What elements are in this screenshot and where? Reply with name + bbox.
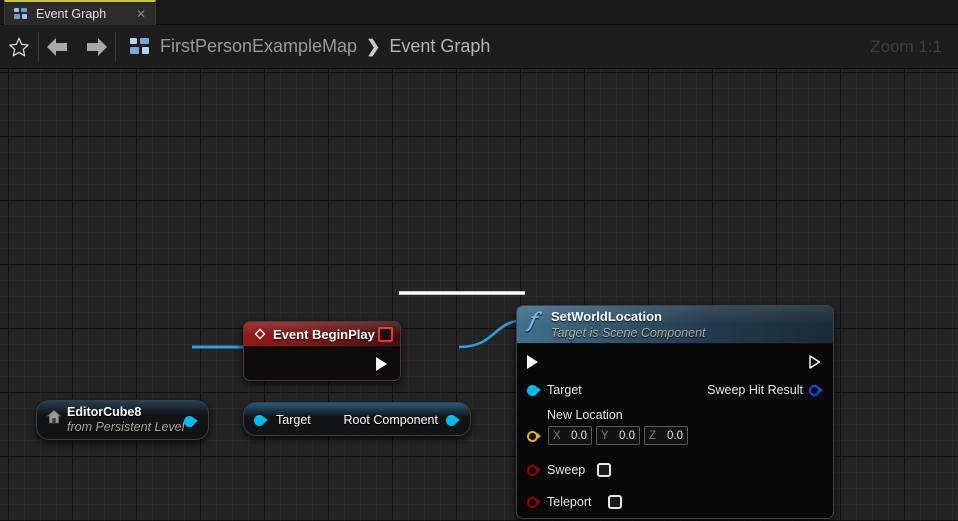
arrow-right-icon — [87, 37, 107, 56]
pin-label-sweep-hit-result: Sweep Hit Result — [707, 383, 803, 397]
new-location-z-input[interactable]: Z 0.0 — [644, 426, 688, 445]
vector-input-pin[interactable] — [526, 428, 542, 444]
node-title: SetWorldLocation — [551, 309, 662, 324]
pin-label-root-component: Root Component — [343, 413, 438, 427]
teleport-checkbox[interactable] — [608, 495, 622, 509]
node-event-begin-play[interactable]: Event BeginPlay — [243, 321, 401, 381]
pin-label-teleport: Teleport — [547, 495, 592, 509]
node-subtitle: from Persistent Level — [67, 420, 185, 434]
exec-arrow-icon — [809, 355, 821, 369]
node-title: Event BeginPlay — [273, 327, 375, 342]
node-subtitle: Target is Scene Component — [551, 326, 706, 340]
pin-label-sweep: Sweep — [547, 463, 586, 477]
exec-input-pin[interactable] — [526, 354, 542, 370]
zoom-level-label: Zoom 1:1 — [870, 36, 942, 56]
struct-output-pin[interactable] — [808, 382, 824, 398]
favorite-button[interactable] — [0, 25, 38, 69]
node-body — [244, 347, 400, 380]
new-location-vector-inputs: X 0.0 Y 0.0 Z 0.0 — [548, 426, 688, 445]
exec-output-pin[interactable] — [375, 356, 391, 372]
object-output-pin[interactable] — [183, 413, 199, 429]
forward-button[interactable] — [77, 25, 115, 69]
node-set-world-location[interactable]: 𝑓 SetWorldLocation Target is Scene Compo… — [516, 305, 834, 519]
axis-label-x: X — [553, 429, 561, 442]
breadcrumb-item-event-graph[interactable]: Event Graph — [389, 36, 490, 57]
breadcrumb-toolbar: FirstPersonExampleMap ❯ Event Graph Zoom… — [0, 25, 958, 69]
pin-row-sweep: Sweep — [517, 459, 833, 481]
node-body: Target Sweep Hit Result New Location X 0… — [517, 344, 833, 518]
close-icon[interactable]: ✕ — [133, 6, 149, 22]
function-f-icon: 𝑓 — [528, 308, 536, 332]
node-header: 𝑓 SetWorldLocation Target is Scene Compo… — [517, 306, 833, 344]
object-input-pin[interactable] — [526, 382, 542, 398]
delegate-output-pin[interactable] — [378, 327, 393, 342]
axis-value-y: 0.0 — [619, 429, 635, 442]
node-editor-cube-reference[interactable]: EditorCube8 from Persistent Level — [36, 400, 209, 440]
back-button[interactable] — [39, 25, 77, 69]
pin-label-target: Target — [547, 383, 582, 397]
new-location-y-input[interactable]: Y 0.0 — [596, 426, 640, 445]
pin-row-new-location-label: New Location — [517, 404, 833, 426]
breadcrumb-separator-icon: ❯ — [366, 36, 381, 56]
axis-label-z: Z — [649, 429, 657, 442]
arrow-left-icon — [47, 37, 67, 56]
pin-label-new-location: New Location — [547, 408, 623, 422]
star-icon — [9, 37, 29, 56]
node-header: Event BeginPlay — [244, 322, 400, 347]
bool-input-pin[interactable] — [526, 494, 542, 510]
breadcrumb-item-map[interactable]: FirstPersonExampleMap — [160, 36, 357, 57]
pin-row-new-location-value: X 0.0 Y 0.0 Z 0.0 — [517, 425, 833, 449]
unreal-blueprint-editor: Event Graph ✕ FirstPersonExampleMap ❯ Ev… — [0, 0, 958, 521]
level-actor-home-icon — [46, 409, 62, 424]
tab-label: Event Graph — [36, 6, 107, 21]
exec-output-pin[interactable] — [808, 354, 824, 370]
toolbar-divider-2 — [115, 31, 116, 62]
tab-event-graph[interactable]: Event Graph ✕ — [4, 0, 156, 25]
pin-row-target: Target Sweep Hit Result — [517, 379, 833, 401]
node-get-root-component[interactable]: Target Root Component — [243, 402, 471, 436]
pin-label-target: Target — [276, 413, 311, 427]
pin-row-teleport: Teleport — [517, 491, 833, 513]
axis-value-x: 0.0 — [571, 429, 587, 442]
object-output-pin[interactable] — [445, 412, 461, 428]
event-diamond-icon — [253, 327, 267, 341]
event-graph-canvas[interactable]: Event BeginPlay Target Root Component Ed… — [0, 69, 958, 521]
tab-bar: Event Graph ✕ — [0, 0, 958, 25]
object-input-pin[interactable] — [253, 412, 269, 428]
axis-label-y: Y — [601, 429, 609, 442]
axis-value-z: 0.0 — [667, 429, 683, 442]
node-title: EditorCube8 — [67, 405, 142, 419]
exec-row — [517, 352, 833, 374]
new-location-x-input[interactable]: X 0.0 — [548, 426, 592, 445]
blueprint-graph-icon — [14, 7, 28, 20]
blueprint-graph-icon — [130, 38, 150, 55]
bool-input-pin[interactable] — [526, 462, 542, 478]
sweep-checkbox[interactable] — [597, 463, 611, 477]
